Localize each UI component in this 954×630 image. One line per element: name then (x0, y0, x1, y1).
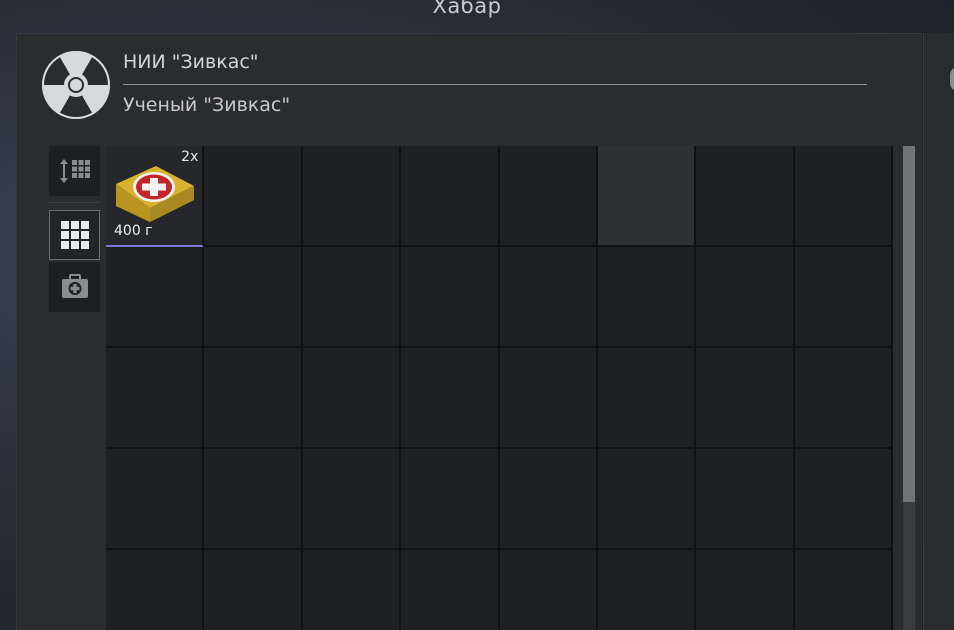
inventory-slot[interactable] (401, 146, 500, 247)
inventory-slot[interactable] (302, 348, 402, 449)
inventory-scrollbar[interactable] (903, 146, 915, 630)
inventory-slot[interactable] (499, 550, 598, 630)
inventory-slot[interactable] (204, 550, 303, 630)
inventory-slot[interactable] (499, 449, 598, 550)
medkit-icon (116, 166, 194, 222)
medkit-filter-button[interactable] (49, 262, 100, 312)
inventory-slot[interactable] (696, 348, 795, 449)
grid-view-button[interactable] (49, 210, 100, 260)
inventory-slot[interactable] (106, 449, 205, 550)
inventory-slot[interactable] (696, 146, 795, 247)
inventory-slot[interactable] (597, 348, 697, 449)
inventory-slot[interactable] (499, 146, 598, 247)
grid-view-icon (60, 221, 89, 249)
inventory-slot[interactable] (204, 348, 303, 449)
inventory-slot[interactable] (499, 348, 598, 449)
inventory-slot[interactable] (401, 449, 500, 550)
npc-name: Ученый "Зивкас" (123, 94, 291, 116)
inventory-slot[interactable] (401, 550, 500, 630)
inventory-slot[interactable] (597, 550, 697, 630)
inventory-slot[interactable] (794, 247, 893, 348)
item-quantity: 2x (181, 149, 199, 165)
inventory-slot-medkit[interactable]: 2x 400 г (106, 146, 205, 247)
player-panel-icon-partial (950, 67, 954, 91)
inventory-slot[interactable] (794, 146, 893, 247)
inventory-slot[interactable] (204, 146, 303, 247)
inventory-slot[interactable] (401, 247, 500, 348)
inventory-slot[interactable] (794, 348, 893, 449)
medkit-filter-icon (61, 274, 88, 298)
inventory-slot[interactable] (204, 449, 303, 550)
inventory-slot[interactable] (696, 449, 795, 550)
inventory-slot[interactable] (302, 449, 402, 550)
sort-grid-icon (59, 159, 90, 183)
inventory-slot[interactable] (302, 247, 402, 348)
inventory-slot-hover[interactable] (597, 146, 697, 247)
trade-screen: Хабар НИИ "Зивкас" Ученый "Зивкас" 2x 40… (0, 0, 954, 630)
header-divider (123, 84, 867, 85)
inventory-slot[interactable] (499, 247, 598, 348)
radiation-icon (42, 51, 110, 119)
item-weight: 400 г (114, 223, 153, 239)
inventory-slot[interactable] (106, 550, 205, 630)
inventory-slot[interactable] (204, 247, 303, 348)
inventory-slot[interactable] (597, 247, 697, 348)
sort-button[interactable] (49, 146, 100, 196)
inventory-slot[interactable] (106, 348, 205, 449)
inventory-slot[interactable] (794, 449, 893, 550)
inventory-slot[interactable] (302, 146, 402, 247)
inventory-slot[interactable] (696, 550, 795, 630)
inventory-slot[interactable] (302, 550, 402, 630)
faction-name: НИИ "Зивкас" (123, 51, 259, 73)
inventory-slot[interactable] (597, 449, 697, 550)
toolbar-divider (49, 202, 100, 203)
inventory-slot[interactable] (401, 348, 500, 449)
inventory-slot[interactable] (794, 550, 893, 630)
inventory-grid: 2x 400 г (106, 146, 893, 630)
trader-inventory-panel: НИИ "Зивкас" Ученый "Зивкас" 2x 400 г (16, 33, 922, 630)
inventory-slot[interactable] (696, 247, 795, 348)
player-inventory-panel-edge (923, 33, 954, 630)
window-title: Хабар (432, 0, 502, 18)
inventory-slot[interactable] (106, 247, 205, 348)
scrollbar-thumb[interactable] (903, 146, 915, 502)
